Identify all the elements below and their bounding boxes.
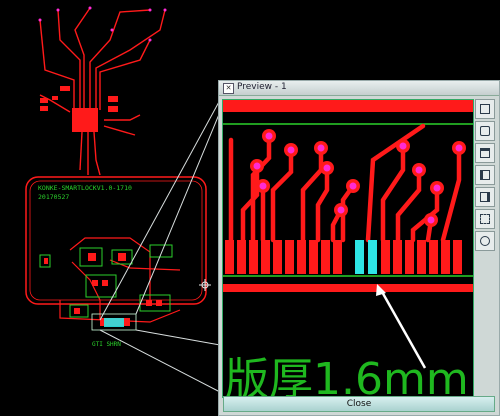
preview-title: Preview - 1 [237,82,287,92]
pan-left-icon[interactable] [475,165,495,185]
preview-viewport[interactable]: 版厚1.6mm [222,99,474,398]
ic-chip [72,108,98,132]
edge-connector-pads [225,240,462,274]
silkscreen-line1: KONKE-SMARTLOCKV1.0-1710 [38,184,132,192]
top-copper-band [223,100,473,112]
bottom-copper-band [223,284,473,292]
preview-titlebar[interactable]: ✕ Preview - 1 [219,81,499,96]
fit-all-icon[interactable] [475,209,495,229]
pan-right-icon[interactable] [475,187,495,207]
close-button[interactable]: Close [223,396,495,412]
preview-window[interactable]: ✕ Preview - 1 版厚1.6mm Close [218,80,500,416]
zoom-window-icon[interactable] [475,99,495,119]
window-close-icon[interactable]: ✕ [223,83,234,94]
zoom-out-icon[interactable] [475,143,495,163]
upper-traces [39,7,166,176]
zoom-in-icon[interactable] [475,121,495,141]
silkscreen-line2: 20170527 [38,193,69,201]
center-icon[interactable] [475,231,495,251]
highlighted-pads [355,240,377,274]
connector-highlight [104,318,124,327]
preview-toolbar [475,99,497,253]
crosshair-cursor [199,279,211,291]
silkscreen-bottom: GTI SHRN [92,341,121,348]
thickness-annotation: 版厚1.6mm [225,354,469,397]
